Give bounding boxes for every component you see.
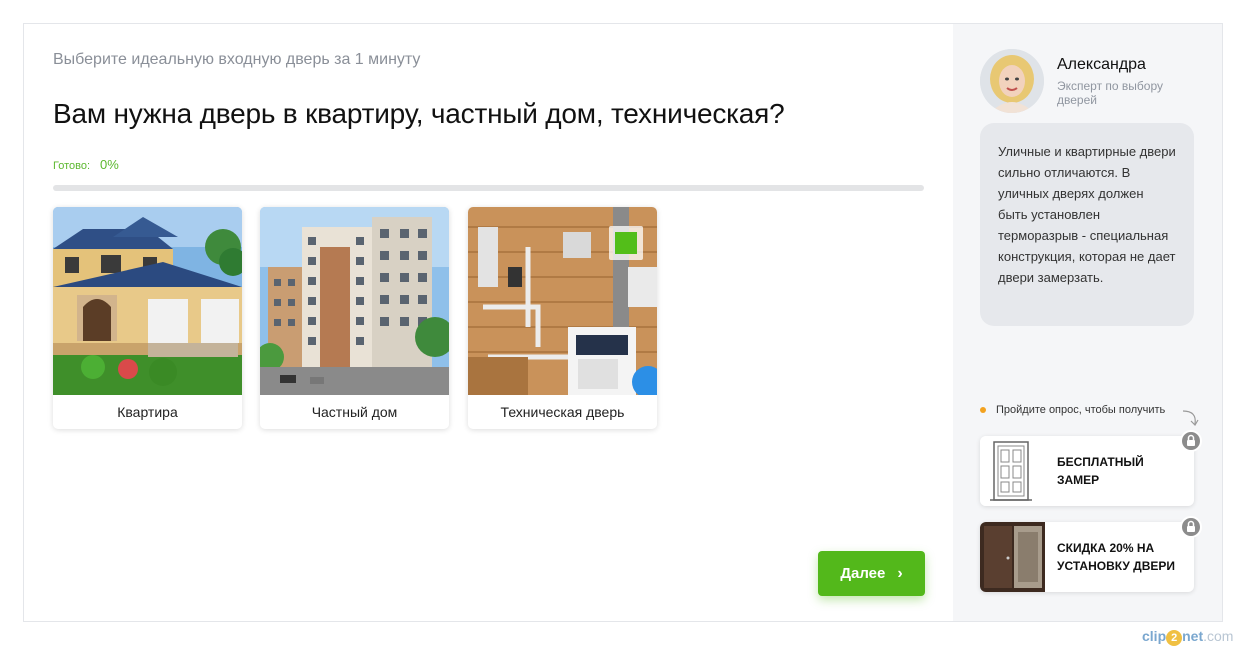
expert-role: Эксперт по выбору дверей [1057,79,1164,107]
next-button-label: Далее [840,565,886,582]
progress-bar [53,185,924,191]
door-photo [980,522,1045,592]
option-card-technical-door[interactable]: Техническая дверь [468,207,657,429]
bonus-label: СКИДКА 20% НА УСТАНОВКУ ДВЕРИ [1057,541,1176,573]
bonus-label: БЕСПЛАТНЫЙ ЗАМЕР [1057,455,1144,487]
progress-label: Готово: [53,160,91,172]
option-label: Квартира [117,404,178,420]
private-house-image [260,207,449,395]
expert-sidebar: Александра Эксперт по выбору дверей Улич… [953,24,1222,621]
watermark-part: net [1182,628,1204,644]
bonus-hint: Пройдите опрос, чтобы получить [980,404,1165,416]
watermark-logo: clip 2 net.com [1142,628,1233,646]
lock-icon [1180,430,1202,452]
bonus-hint-text: Пройдите опрос, чтобы получить [996,404,1166,416]
lock-icon [1180,516,1202,538]
expert-name: Александра [1057,56,1146,73]
quiz-container: Выберите идеальную входную дверь за 1 ми… [23,23,1223,622]
curved-arrow-icon [1182,410,1199,426]
quiz-question: Вам нужна дверь в квартиру, частный дом,… [53,98,785,129]
progress-percent: 0% [100,157,119,172]
bullet-dot-icon [980,407,986,413]
selected-checkbox[interactable] [609,226,643,260]
bonus-free-measurement: БЕСПЛАТНЫЙ ЗАМЕР [980,430,1202,506]
bonus-installation-discount: СКИДКА 20% НА УСТАНОВКУ ДВЕРИ [980,516,1202,592]
avatar [980,49,1044,113]
next-button[interactable]: Далее › [818,551,925,596]
progress-status: Готово: 0% [53,157,119,172]
option-label: Частный дом [311,404,398,420]
option-label: Техническая дверь [500,404,625,420]
watermark-part: clip [1142,628,1167,644]
watermark-suffix: .com [1203,628,1234,644]
quiz-main: Выберите идеальную входную дверь за 1 ми… [24,24,953,621]
quiz-subtitle: Выберите идеальную входную дверь за 1 ми… [53,51,421,68]
option-card-apartment[interactable]: Квартира [53,207,242,429]
option-card-private-house[interactable]: Частный дом [260,207,449,429]
watermark-badge: 2 [1166,630,1183,646]
chevron-right-icon: › [897,564,903,582]
apartment-image [53,207,242,395]
door-outline-icon [980,436,1045,506]
expert-message: Уличные и квартирные двери сильно отлича… [980,123,1194,326]
